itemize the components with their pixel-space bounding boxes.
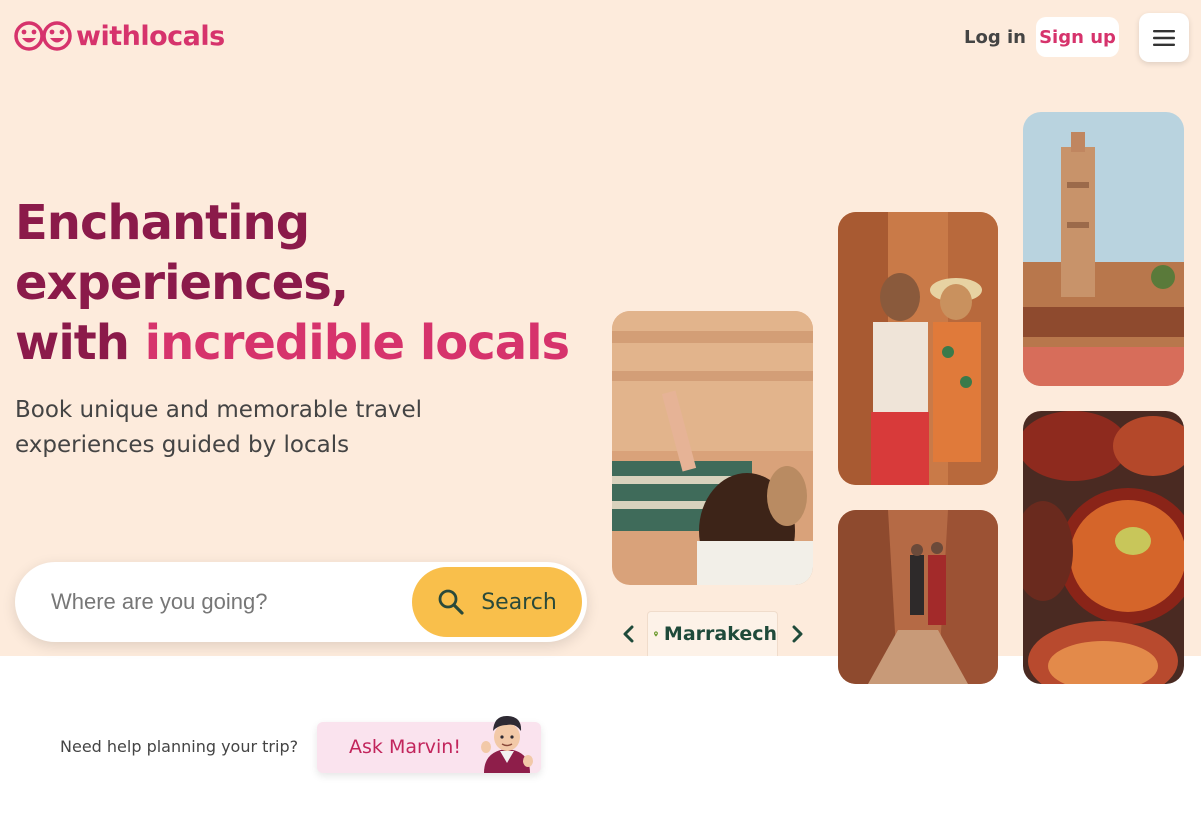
next-city-button[interactable] [787, 622, 809, 646]
search-input[interactable] [51, 582, 391, 622]
chevron-right-icon [792, 625, 803, 643]
login-link[interactable]: Log in [964, 27, 1026, 48]
help-prompt: Need help planning your trip? [60, 737, 299, 756]
hamburger-icon [1153, 29, 1175, 46]
headline-line-3: with incredible locals [15, 313, 570, 373]
photo-tilework-women [612, 311, 813, 585]
location-pin-icon [654, 631, 658, 637]
search-icon [438, 589, 464, 615]
photo-koutoubia-mosque [1023, 112, 1184, 386]
smiley-faces-icon [14, 21, 72, 51]
city-selector[interactable]: Marrakech [647, 611, 778, 656]
signup-button[interactable]: Sign up [1036, 17, 1119, 57]
search-button[interactable]: Search [412, 567, 582, 637]
withlocals-logo[interactable]: withlocals [14, 20, 225, 52]
photo-tagine-food [1023, 411, 1184, 684]
previous-city-button[interactable] [617, 622, 639, 646]
headline-line-2: experiences, [15, 255, 349, 311]
headline-line-1: Enchanting [15, 195, 310, 251]
photo-women-street [838, 212, 998, 485]
hero-headline: Enchanting experiences, with incredible … [15, 193, 570, 373]
city-name: Marrakech [663, 623, 777, 645]
headline-prefix: with [15, 315, 145, 371]
marvin-avatar-icon [481, 715, 533, 773]
brand-name: withlocals [76, 20, 225, 52]
hero-subtitle: Book unique and memorable travel experie… [15, 397, 423, 458]
ask-marvin-label: Ask Marvin! [349, 736, 461, 758]
photo-narrow-alley [838, 510, 998, 684]
search-button-label: Search [481, 589, 557, 615]
menu-button[interactable] [1139, 13, 1189, 62]
search-bar: Search [15, 562, 587, 642]
headline-accent: incredible locals [144, 315, 570, 371]
chevron-left-icon [623, 625, 634, 643]
